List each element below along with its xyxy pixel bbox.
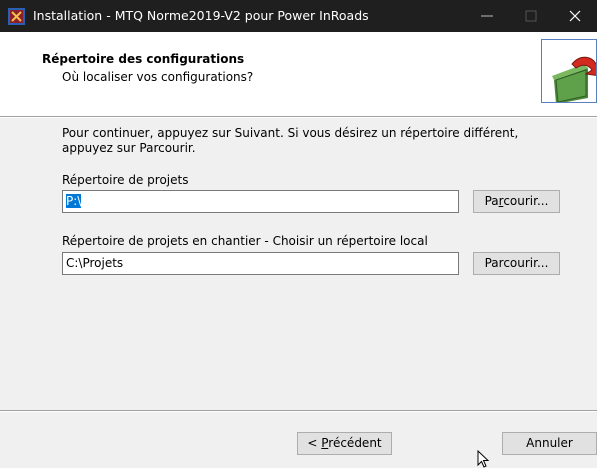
projects-directory-label: Répertoire de projets	[62, 173, 189, 187]
close-icon	[569, 10, 581, 22]
page-subtitle: Où localiser vos configurations?	[62, 70, 254, 84]
browse-site-projects-button[interactable]: Parcourir...	[473, 252, 560, 275]
wizard-footer: < Précédent Annuler	[0, 412, 597, 468]
selected-text: P:\	[66, 194, 82, 208]
folder-arrow-icon	[541, 39, 597, 103]
maximize-button[interactable]	[509, 0, 553, 32]
minimize-button[interactable]	[465, 0, 509, 32]
title-bar[interactable]: Installation - MTQ Norme2019-V2 pour Pow…	[0, 0, 597, 32]
browse-projects-button[interactable]: Parcourir...	[473, 190, 560, 213]
projects-directory-input[interactable]: P:\	[62, 190, 459, 213]
close-button[interactable]	[553, 0, 597, 32]
minimize-icon	[481, 15, 493, 17]
mouse-pointer-icon	[477, 450, 490, 468]
site-projects-directory-input[interactable]: C:\Projets	[62, 252, 459, 275]
site-projects-directory-label: Répertoire de projets en chantier - Choi…	[62, 234, 428, 248]
page-title: Répertoire des configurations	[42, 52, 245, 66]
wizard-content: Pour continuer, appuyez sur Suivant. Si …	[0, 118, 597, 410]
installer-icon[interactable]	[8, 8, 25, 25]
intro-text: Pour continuer, appuyez sur Suivant. Si …	[62, 126, 519, 155]
cancel-button[interactable]: Annuler	[502, 432, 597, 455]
wizard-header: Répertoire des configurations Où localis…	[0, 32, 597, 116]
maximize-icon	[525, 10, 537, 22]
previous-button[interactable]: < Précédent	[297, 432, 392, 455]
window-title: Installation - MTQ Norme2019-V2 pour Pow…	[33, 8, 369, 23]
